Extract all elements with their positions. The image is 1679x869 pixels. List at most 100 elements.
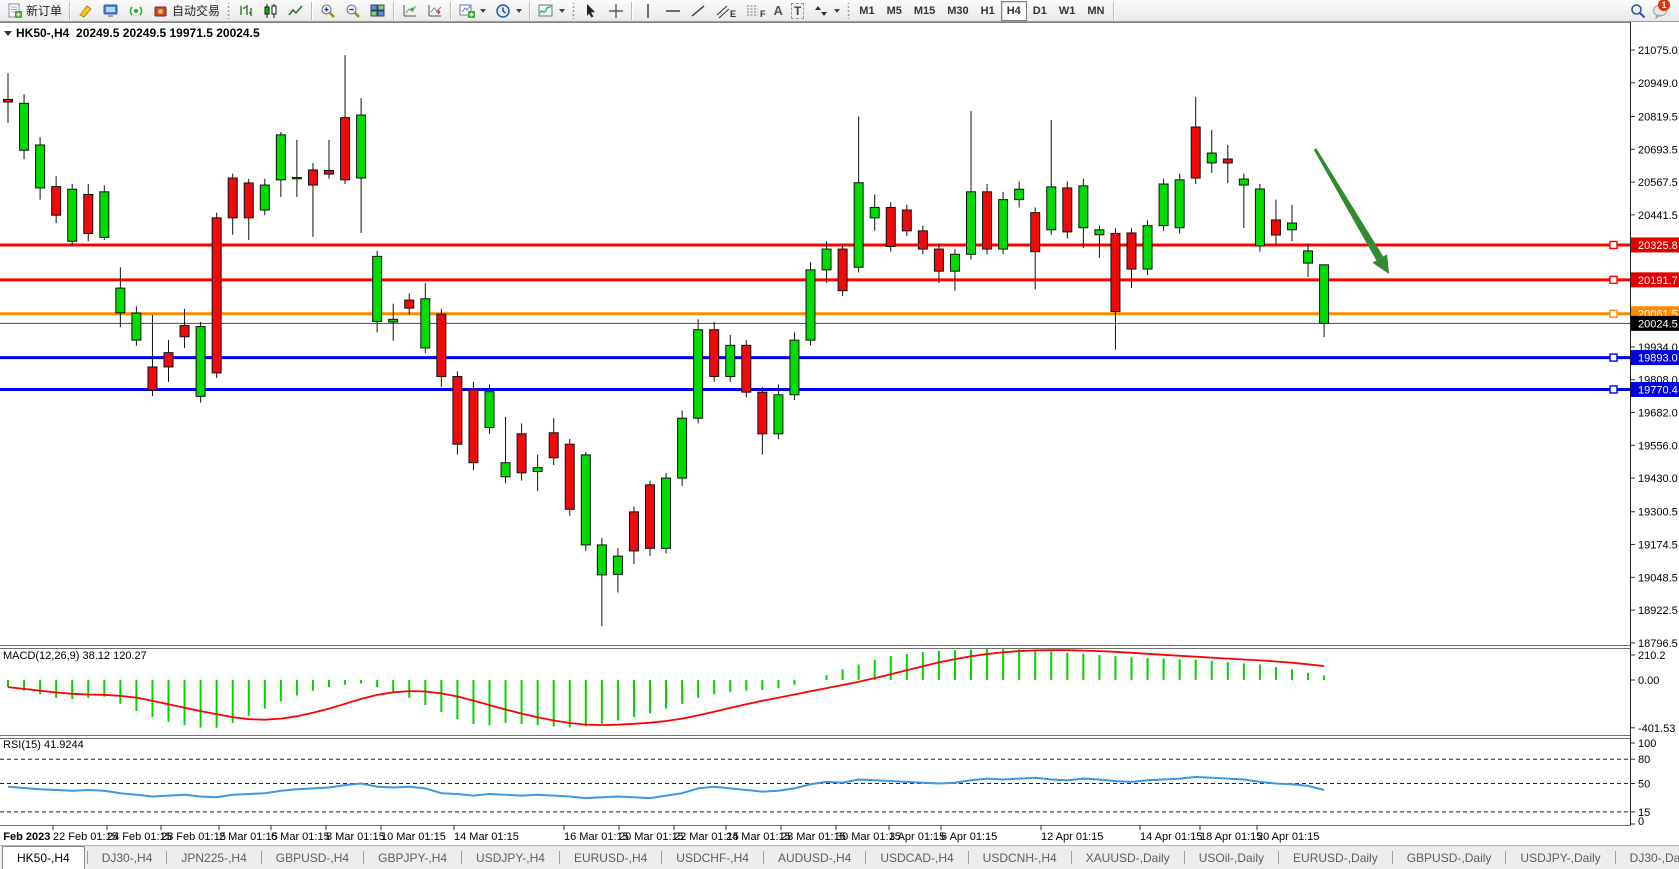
chart-canvas[interactable]: 21075.020949.020819.520693.520567.520441… — [0, 22, 1679, 846]
timeframe-button-h4[interactable]: H4 — [1001, 1, 1027, 21]
auto-trading-button[interactable]: 自动交易 — [148, 0, 224, 22]
toolbar-grip[interactable] — [226, 3, 231, 19]
terminal-button[interactable] — [98, 0, 123, 22]
hline-drag-handle[interactable] — [1610, 241, 1617, 248]
symbol-tab-usdcnh-h4[interactable]: USDCNH-,H4 — [969, 846, 1071, 869]
trendline-tool-button[interactable] — [685, 0, 710, 22]
hline-drag-handle[interactable] — [1610, 310, 1617, 317]
time-axis-label: 10 Mar 01:15 — [381, 831, 446, 843]
symbol-tab-bar: HK50-,H4DJ30-,H4JPN225-,H4GBPUSD-,H4GBPJ… — [0, 845, 1679, 869]
symbol-tab-usdjpy-h4[interactable]: USDJPY-,H4 — [462, 846, 559, 869]
symbol-tab-audusd-h4[interactable]: AUDUSD-,H4 — [764, 846, 865, 869]
time-axis-label: 28 Feb 01:15 — [161, 831, 226, 843]
chart-shift-button[interactable] — [422, 0, 447, 22]
price-scale-label: 19174.5 — [1638, 540, 1678, 552]
price-scale-flag-label: 20325.8 — [1638, 240, 1678, 252]
symbol-tab-gbpjpy-h4[interactable]: GBPJPY-,H4 — [364, 846, 461, 869]
one-click-trading-arrow-icon[interactable] — [4, 31, 12, 36]
time-axis-label: 8 Mar 01:15 — [326, 831, 385, 843]
fibonacci-tool-button[interactable]: F — [740, 0, 770, 22]
symbol-tab-dj30-daily[interactable]: DJ30-,Daily — [1616, 846, 1679, 869]
period-button[interactable] — [490, 0, 526, 22]
symbol-tab-hk50-h4[interactable]: HK50-,H4 — [2, 846, 85, 869]
time-axis-label: 2 Mar 01:15 — [219, 831, 278, 843]
candle — [678, 418, 687, 478]
candlestick-icon — [262, 2, 279, 19]
candle — [421, 299, 430, 348]
tile-windows-button[interactable] — [365, 0, 390, 22]
candle — [132, 313, 141, 340]
candle — [1255, 189, 1264, 246]
timeframe-button-m5[interactable]: M5 — [881, 1, 908, 21]
candle — [1288, 223, 1297, 230]
line-chart-type-button[interactable] — [283, 0, 308, 22]
metaeditor-button[interactable] — [73, 0, 98, 22]
timeframe-button-m30[interactable]: M30 — [941, 1, 974, 21]
vertical-line-tool-button[interactable] — [635, 0, 660, 22]
dropdown-caret-icon — [516, 9, 522, 13]
symbol-tab-gbpusd-daily[interactable]: GBPUSD-,Daily — [1393, 846, 1506, 869]
toolbar-separator — [1113, 2, 1114, 20]
auto-trading-label: 自动交易 — [172, 2, 220, 19]
price-scale-flag-label: 19893.0 — [1638, 353, 1678, 365]
rsi-scale-label: 80 — [1638, 754, 1650, 766]
timeframe-button-m1[interactable]: M1 — [853, 1, 880, 21]
arrows-tool-button[interactable] — [808, 0, 844, 22]
toolbar-separator — [69, 2, 70, 20]
indicators-button[interactable] — [533, 0, 569, 22]
candle — [983, 192, 992, 249]
toolbar-grip[interactable] — [571, 3, 576, 19]
hline-drag-handle[interactable] — [1610, 386, 1617, 393]
candle — [4, 99, 13, 102]
text-label-tool-button[interactable]: T — [787, 0, 808, 22]
crosshair-tool-button[interactable] — [603, 0, 628, 22]
cursor-icon — [582, 2, 599, 19]
hline-drag-handle[interactable] — [1610, 276, 1617, 283]
new-order-button[interactable]: 新订单 — [2, 0, 66, 22]
timeframe-button-mn[interactable]: MN — [1081, 1, 1110, 21]
candle — [116, 288, 125, 313]
symbol-tab-jpn225-h4[interactable]: JPN225-,H4 — [167, 846, 260, 869]
zoom-in-button[interactable] — [315, 0, 340, 22]
search-icon[interactable] — [1629, 2, 1646, 19]
time-axis-label: 6 Mar 01:15 — [271, 831, 330, 843]
auto-scroll-button[interactable] — [397, 0, 422, 22]
timeframe-button-d1[interactable]: D1 — [1027, 1, 1053, 21]
timeframe-button-w1[interactable]: W1 — [1053, 1, 1082, 21]
symbol-tab-dj30-h4[interactable]: DJ30-,H4 — [88, 846, 167, 869]
candle — [613, 556, 622, 574]
symbol-tab-xauusd-daily[interactable]: XAUUSD-,Daily — [1072, 846, 1184, 869]
hline-drag-handle[interactable] — [1610, 354, 1617, 361]
symbol-tab-eurusd-daily[interactable]: EURUSD-,Daily — [1279, 846, 1392, 869]
candle — [774, 395, 783, 434]
symbol-tab-eurusd-h4[interactable]: EURUSD-,H4 — [560, 846, 661, 869]
symbol-tab-usdchf-h4[interactable]: USDCHF-,H4 — [662, 846, 763, 869]
toolbar-grip[interactable] — [846, 3, 851, 19]
line-chart-icon — [287, 2, 304, 19]
signals-button[interactable] — [123, 0, 148, 22]
candle — [854, 183, 863, 268]
macd-scale-label: 210.2 — [1638, 650, 1666, 662]
horizontal-line-tool-button[interactable] — [660, 0, 685, 22]
timeframe-button-m15[interactable]: M15 — [908, 1, 941, 21]
zoom-out-button[interactable] — [340, 0, 365, 22]
candle — [212, 218, 221, 373]
arrow-shapes-icon — [812, 2, 829, 19]
text-tool-button[interactable]: A — [770, 0, 787, 22]
cursor-tool-button[interactable] — [578, 0, 603, 22]
bar-chart-type-button[interactable] — [233, 0, 258, 22]
symbol-tab-usdjpy-daily[interactable]: USDJPY-,Daily — [1506, 846, 1614, 869]
candlestick-type-button[interactable] — [258, 0, 283, 22]
candle — [967, 192, 976, 254]
symbol-tab-gbpusd-h4[interactable]: GBPUSD-,H4 — [262, 846, 363, 869]
symbol-tab-usdcad-h4[interactable]: USDCAD-,H4 — [866, 846, 967, 869]
candle — [1095, 230, 1104, 235]
templates-button[interactable] — [454, 0, 490, 22]
macd-signal-value: 120.27 — [113, 650, 147, 662]
price-scale-label: 20441.5 — [1638, 210, 1678, 222]
symbol-tab-usoil-daily[interactable]: USOil-,Daily — [1185, 846, 1278, 869]
time-axis-label: 20 Apr 01:15 — [1257, 831, 1319, 843]
timeframe-button-h1[interactable]: H1 — [975, 1, 1001, 21]
chat-icon[interactable]: 1 — [1652, 2, 1669, 19]
channel-tool-button[interactable]: E — [710, 0, 740, 22]
